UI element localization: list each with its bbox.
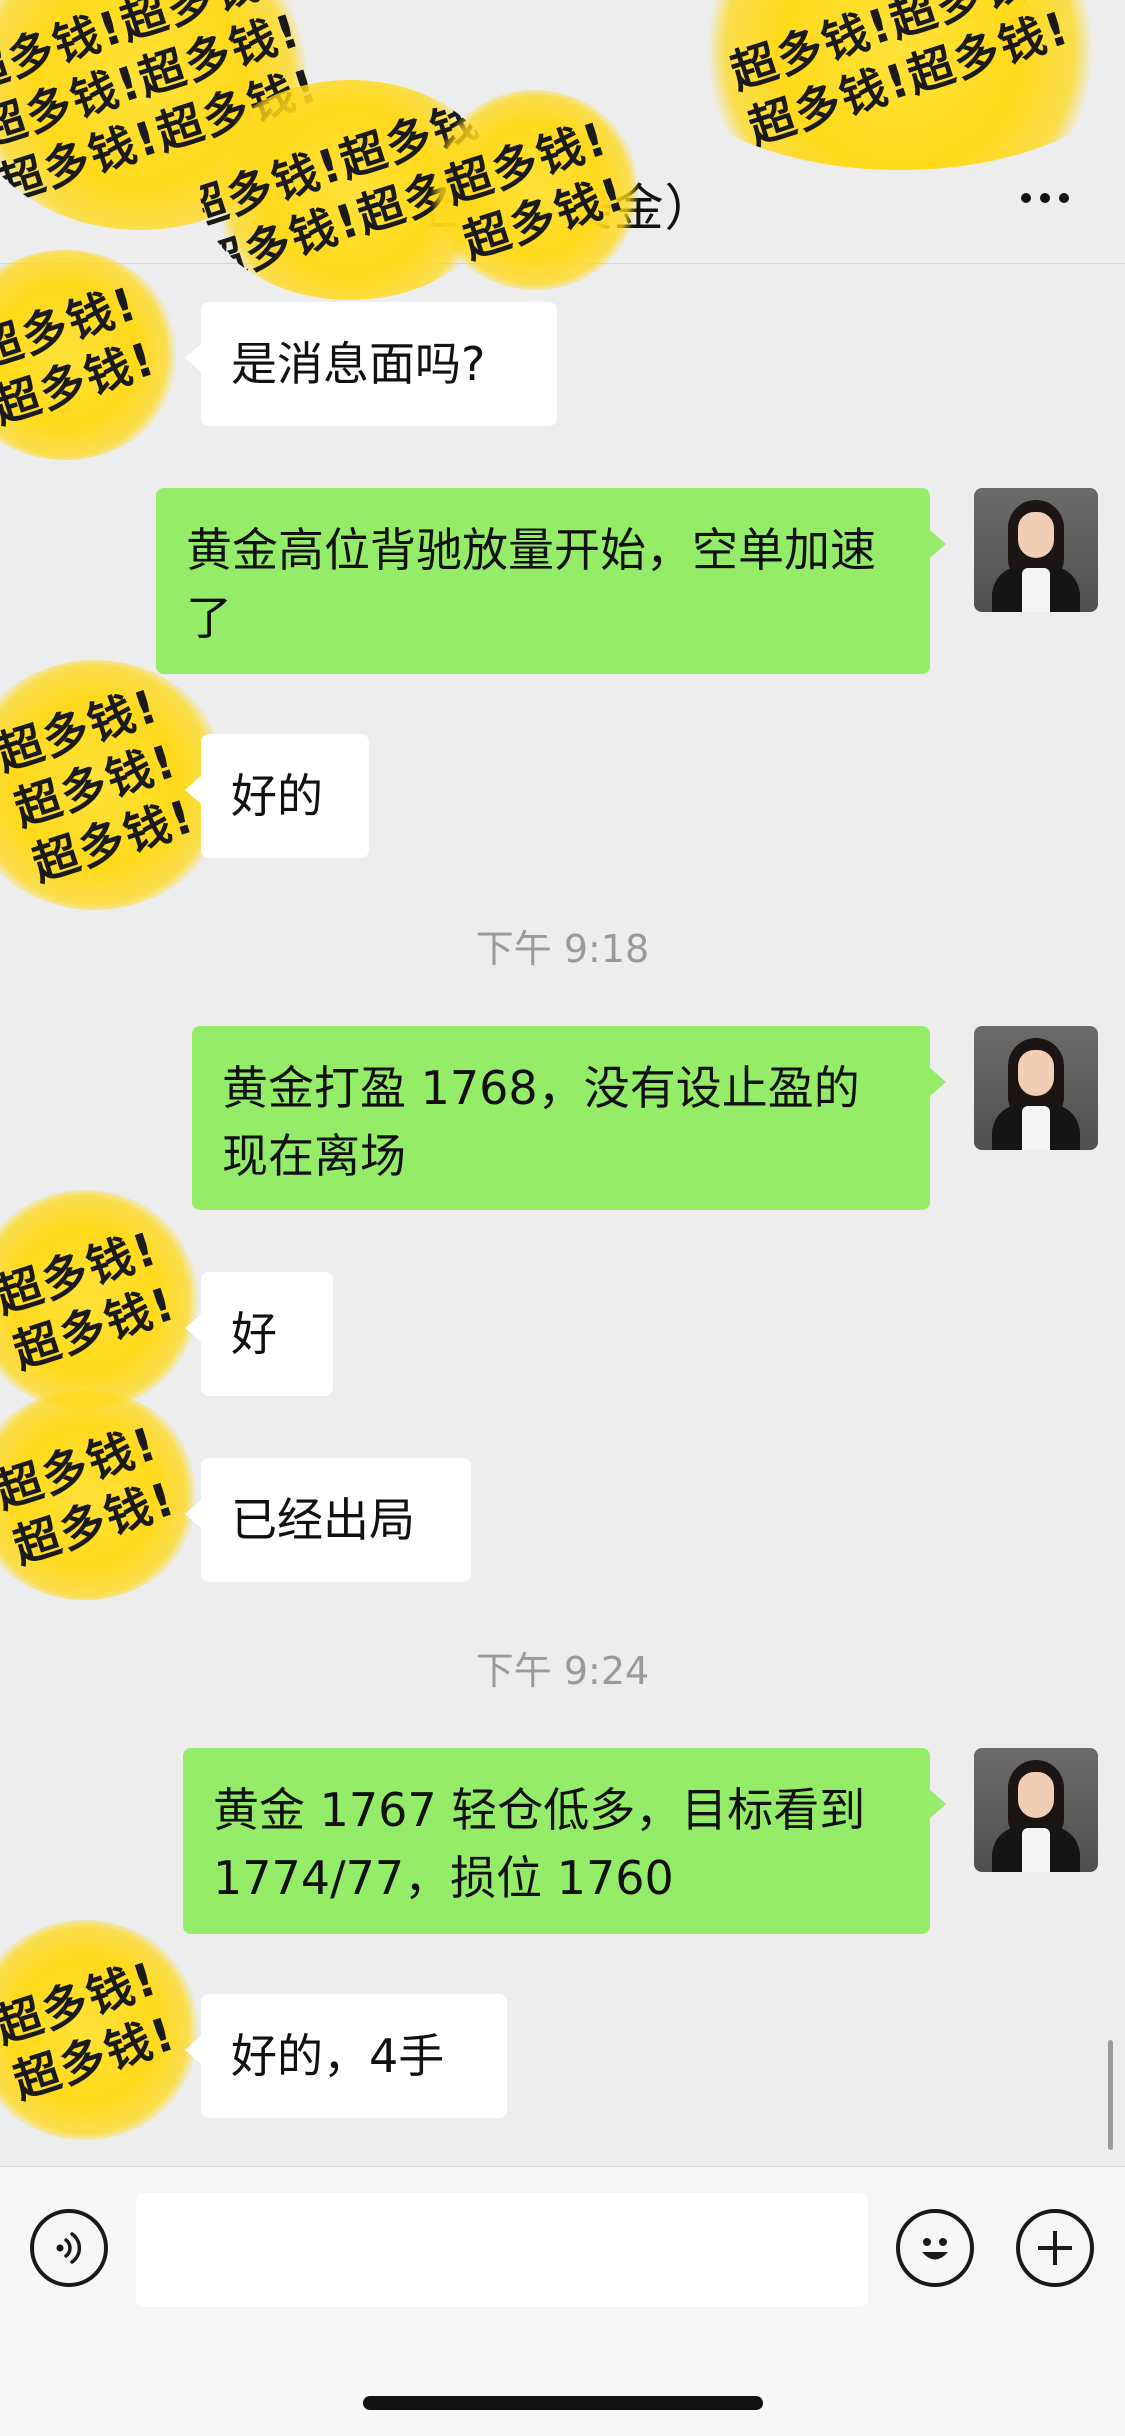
contact-avatar[interactable]: 超多钱! 超多钱! [0,250,180,460]
emoji-button[interactable] [896,2209,974,2287]
contact-avatar[interactable]: 超多钱! 超多钱! [0,1190,200,1410]
message-bubble-outgoing[interactable]: 黄金 1767 轻仓低多，目标看到 1774/77，损位 1760 [183,1748,946,1934]
timestamp: 下午 9:18 [475,927,650,971]
message-text: 好的 [231,769,323,823]
my-avatar[interactable] [974,1748,1098,1872]
contact-avatar[interactable]: 超多钱! 超多钱! [0,1390,200,1600]
my-avatar[interactable] [974,488,1098,612]
message-text: 黄金打盈 1768，没有设止盈的现在离场 [222,1061,860,1183]
message-text: 好的，4手 [231,2029,445,2083]
my-avatar[interactable] [974,1026,1098,1150]
message-bubble-outgoing[interactable]: 黄金打盈 1768，没有设止盈的现在离场 [192,1026,946,1210]
plus-button[interactable] [1016,2209,1094,2287]
message-text: 黄金高位背驰放量开始，空单加速了 [186,523,876,645]
message-text: 是消息面吗? [231,337,486,391]
message-bubble-outgoing[interactable]: 黄金高位背驰放量开始，空单加速了 [156,488,946,674]
emoji-icon [922,2238,948,2260]
message-bubble-incoming[interactable]: 好的 [185,734,369,858]
voice-icon [56,2232,82,2264]
sticker-overlay: 超多钱! 超多钱! [430,90,640,290]
message-text: 黄金 1767 轻仓低多，目标看到 1774/77，损位 1760 [213,1783,866,1905]
message-bubble-incoming[interactable]: 已经出局 [185,1458,471,1582]
plus-icon [1038,2231,1072,2265]
home-indicator[interactable] [363,2396,763,2410]
contact-avatar[interactable]: 超多钱! 超多钱! [0,1920,200,2140]
message-bubble-incoming[interactable]: 好的，4手 [185,1994,507,2118]
voice-button[interactable] [30,2209,108,2287]
message-input[interactable] [136,2193,868,2307]
scrollbar[interactable] [1108,2040,1113,2150]
timestamp: 下午 9:24 [475,1649,650,1693]
message-bubble-incoming[interactable]: 是消息面吗? [185,302,557,426]
message-text: 好 [231,1307,277,1361]
more-options-button[interactable] [1005,168,1085,228]
message-bubble-incoming[interactable]: 好 [185,1272,333,1396]
message-text: 已经出局 [231,1493,415,1547]
more-dots-icon [1021,193,1031,203]
